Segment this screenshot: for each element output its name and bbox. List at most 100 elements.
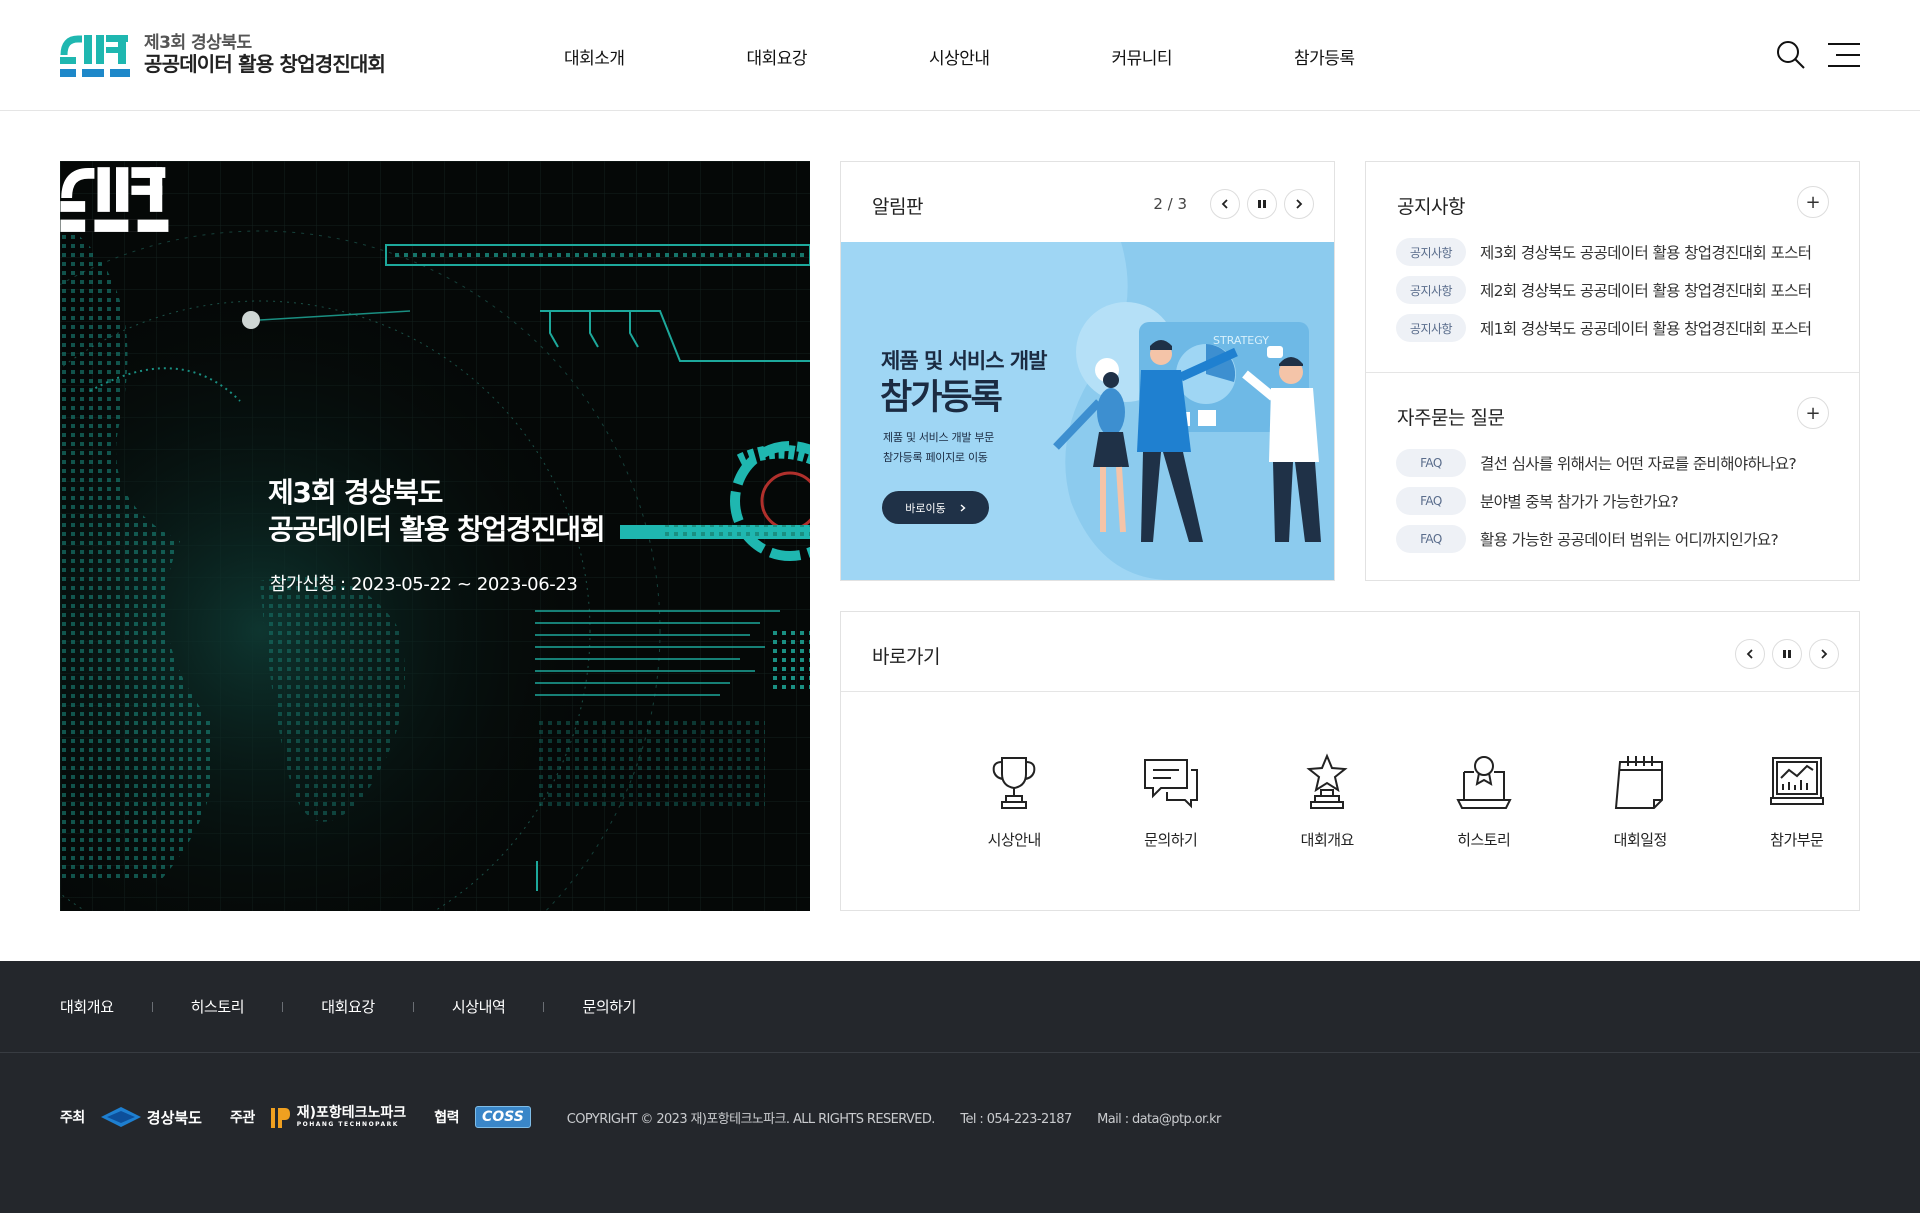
hero-visual: 제3회 경상북도 공공데이터 활용 창업경진대회 참가신청 : 2023-05-… — [60, 161, 810, 911]
bulletin-pager: 2 / 3 — [1153, 189, 1314, 219]
slide-current: 2 — [1153, 195, 1163, 213]
quick-link-label: 대회일정 — [1613, 831, 1668, 849]
site-logo[interactable]: 제3회 경상북도 공공데이터 활용 창업경진대회 — [60, 31, 386, 79]
hero-application-period: 참가신청 : 2023-05-22 ~ 2023-06-23 — [270, 574, 578, 595]
next-slide-button[interactable] — [1284, 189, 1314, 219]
nav-item-guidelines[interactable]: 대회요강 — [747, 44, 930, 69]
partner-label: 협력 — [434, 1110, 459, 1126]
pause-icon — [1258, 200, 1266, 208]
host-logo[interactable]: 경상북도 — [100, 1105, 202, 1129]
nav-item-community[interactable]: 커뮤니티 — [1112, 44, 1295, 69]
slide-separator: / — [1162, 195, 1178, 213]
banner-description-line2: 참가등록 페이지로 이동 — [883, 451, 988, 464]
pause-quick-button[interactable] — [1772, 639, 1802, 669]
organizer-name: 재)포항테크노파크 — [296, 1105, 407, 1121]
quick-links-pager — [1728, 639, 1839, 669]
organizer-subname: POHANG TECHNOPARK — [296, 1121, 399, 1128]
faq-item-text: 결선 심사를 위해서는 어떤 자료를 준비해야하나요? — [1480, 455, 1797, 473]
quick-links-list: 시상안내 문의하기 대회개요 히스토리 대회일정 참가부문 — [936, 752, 1875, 850]
banner-description-line1: 제품 및 서비스 개발 부문 — [883, 431, 994, 444]
footer-link-inquiry[interactable]: 문의하기 — [582, 996, 636, 1017]
quick-link-categories[interactable]: 참가부문 — [1719, 752, 1876, 850]
notice-tag: 공지사항 — [1396, 314, 1466, 342]
faq-tag: FAQ — [1396, 525, 1466, 553]
notice-tag: 공지사항 — [1396, 238, 1466, 266]
quick-link-history[interactable]: 히스토리 — [1406, 752, 1563, 850]
faq-item[interactable]: FAQ 활용 가능한 공공데이터 범위는 어디까지인가요? — [1396, 525, 1779, 553]
footer-divider — [151, 1001, 153, 1012]
quick-link-label: 문의하기 — [1144, 831, 1198, 849]
slide-total: 3 — [1177, 195, 1187, 213]
certificate-icon — [1456, 756, 1512, 809]
partner-name: COSS — [474, 1106, 531, 1128]
plus-icon: + — [1805, 402, 1821, 424]
quick-link-schedule[interactable]: 대회일정 — [1562, 752, 1719, 850]
calendar-icon — [1615, 756, 1664, 809]
prev-quick-button[interactable] — [1735, 639, 1765, 669]
footer-link-overview[interactable]: 대회개요 — [60, 996, 114, 1017]
chevron-right-icon — [1821, 649, 1828, 659]
nav-item-register[interactable]: 참가등록 — [1294, 44, 1477, 69]
pause-slide-button[interactable] — [1247, 189, 1277, 219]
tp-logo-icon — [270, 1108, 290, 1128]
notice-item[interactable]: 공지사항 제1회 경상북도 공공데이터 활용 창업경진대회 포스터 — [1396, 314, 1812, 342]
logo-subtitle: 제3회 경상북도 — [144, 32, 252, 53]
notice-tag: 공지사항 — [1396, 276, 1466, 304]
faq-section: 자주묻는 질문 + FAQ 결선 심사를 위해서는 어떤 자료를 준비해야하나요… — [1366, 372, 1859, 582]
footer-link-history[interactable]: 히스토리 — [191, 996, 245, 1017]
faq-title: 자주묻는 질문 — [1397, 407, 1505, 429]
site-header: 제3회 경상북도 공공데이터 활용 창업경진대회 대회소개 대회요강 시상안내 … — [0, 0, 1920, 111]
footer-tel: Tel : 054-223-2187 — [960, 1111, 1072, 1127]
register-banner[interactable]: STRATEGY 제품 및 서비스 개발 참가등록 제품 및 서비스 개발 부문… — [841, 242, 1334, 580]
notice-title: 공지사항 — [1397, 196, 1465, 218]
faq-item[interactable]: FAQ 분야별 중복 참가가 가능한가요? — [1396, 487, 1679, 515]
notice-item-text: 제2회 경상북도 공공데이터 활용 창업경진대회 포스터 — [1480, 282, 1812, 300]
main-nav: 대회소개 대회요강 시상안내 커뮤니티 참가등록 — [564, 44, 1477, 69]
faq-more-button[interactable]: + — [1797, 397, 1829, 429]
quick-links-panel: 바로가기 시상안내 문의하기 대회개요 히스토리 대회일정 참가부문 — [840, 611, 1860, 911]
next-quick-button[interactable] — [1809, 639, 1839, 669]
chevron-right-icon — [1296, 199, 1303, 209]
notice-more-button[interactable]: + — [1797, 186, 1829, 218]
faq-tag: FAQ — [1396, 449, 1466, 477]
footer-info: 주최 경상북도 주관 재)포항테크노파크 POHANG TECHNOPARK 협… — [60, 1104, 1243, 1130]
logo-mark-icon — [60, 35, 130, 77]
organizer-logo[interactable]: 재)포항테크노파크 POHANG TECHNOPARK — [270, 1104, 407, 1130]
notice-item[interactable]: 공지사항 제3회 경상북도 공공데이터 활용 창업경진대회 포스터 — [1396, 238, 1812, 266]
nav-item-awards[interactable]: 시상안내 — [929, 44, 1112, 69]
footer-link-guidelines[interactable]: 대회요강 — [321, 996, 375, 1017]
nav-item-about[interactable]: 대회소개 — [564, 44, 747, 69]
footer-divider — [282, 1001, 284, 1012]
chat-icon — [1143, 759, 1198, 809]
faq-item-text: 활용 가능한 공공데이터 범위는 어디까지인가요? — [1480, 531, 1779, 549]
footer-copyright-block: COPYRIGHT © 2023 재)포항테크노파크. ALL RIGHTS R… — [567, 1108, 1243, 1127]
hero-logo-icon — [60, 167, 169, 232]
faq-item[interactable]: FAQ 결선 심사를 위해서는 어떤 자료를 준비해야하나요? — [1396, 449, 1797, 477]
footer-link-awards[interactable]: 시상내역 — [452, 996, 506, 1017]
quick-link-label: 대회개요 — [1300, 831, 1355, 849]
search-icon[interactable] — [1776, 40, 1806, 70]
star-award-icon — [1306, 753, 1348, 809]
banner-go-label: 바로이동 — [905, 501, 946, 515]
prev-slide-button[interactable] — [1210, 189, 1240, 219]
notice-section: 공지사항 + 공지사항 제3회 경상북도 공공데이터 활용 창업경진대회 포스터… — [1366, 162, 1859, 372]
banner-go-button[interactable]: 바로이동 — [882, 491, 989, 524]
quick-link-overview[interactable]: 대회개요 — [1249, 752, 1406, 850]
notice-item[interactable]: 공지사항 제2회 경상북도 공공데이터 활용 창업경진대회 포스터 — [1396, 276, 1812, 304]
chevron-left-icon — [1746, 649, 1753, 659]
host-label: 주최 — [60, 1110, 85, 1126]
logo-title: 공공데이터 활용 창업경진대회 — [144, 52, 386, 77]
partner-logo[interactable]: COSS — [474, 1106, 531, 1128]
menu-icon[interactable] — [1828, 42, 1860, 68]
hero-title: 제3회 경상북도 공공데이터 활용 창업경진대회 — [268, 474, 606, 548]
notice-faq-panel: 공지사항 + 공지사항 제3회 경상북도 공공데이터 활용 창업경진대회 포스터… — [1365, 161, 1860, 581]
hero-title-line1: 제3회 경상북도 — [268, 476, 443, 509]
slide-counter: 2 / 3 — [1153, 195, 1187, 213]
trophy-icon — [992, 757, 1036, 809]
notice-item-text: 제3회 경상북도 공공데이터 활용 창업경진대회 포스터 — [1480, 244, 1812, 262]
plus-icon: + — [1805, 191, 1821, 213]
quick-link-awards[interactable]: 시상안내 — [936, 752, 1093, 850]
quick-link-inquiry[interactable]: 문의하기 — [1093, 752, 1250, 850]
faq-tag: FAQ — [1396, 487, 1466, 515]
chart-board-icon — [1769, 757, 1824, 805]
